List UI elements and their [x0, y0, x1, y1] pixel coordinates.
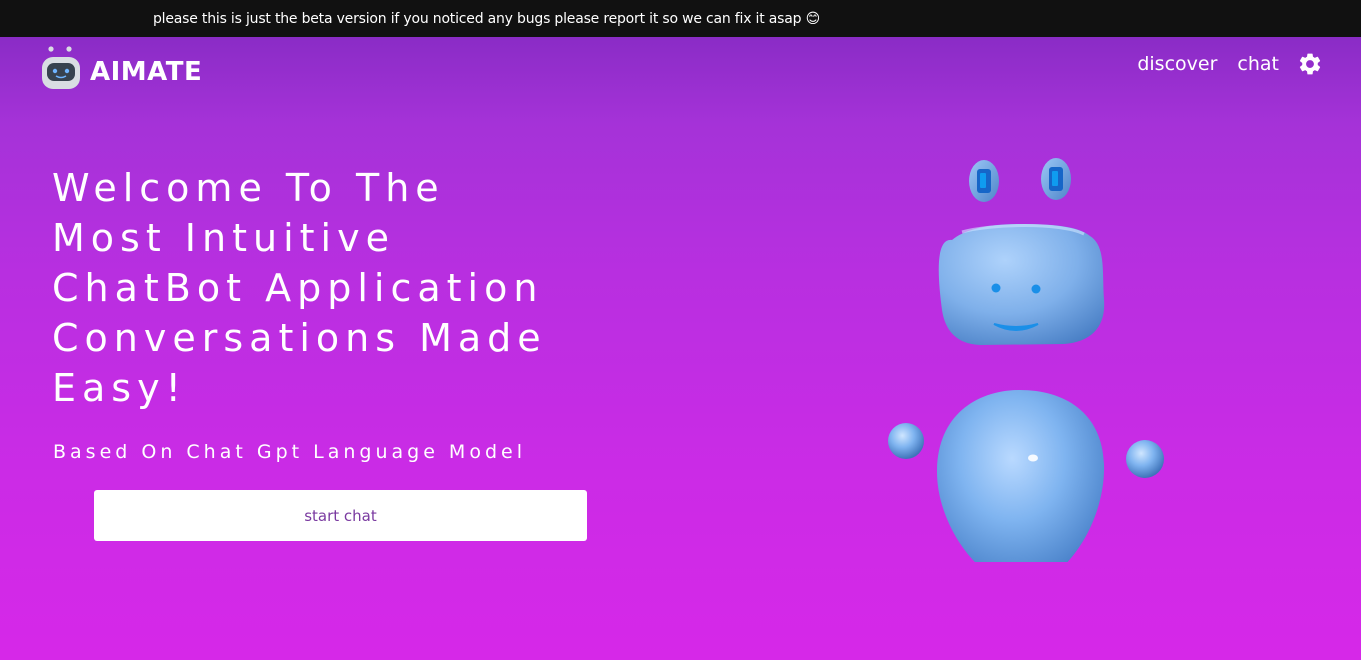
brand-name: AIMATE — [90, 57, 203, 87]
headline-line: Welcome To The — [52, 166, 445, 210]
nav-discover-link[interactable]: discover — [1137, 53, 1217, 75]
hero-headline: Welcome To The Most Intuitive ChatBot Ap… — [52, 163, 672, 413]
gear-icon[interactable] — [1297, 51, 1323, 77]
headline-line: Conversations Made — [52, 316, 547, 360]
hero-section: AIMATE discover chat Welcome To The Most… — [0, 37, 1361, 660]
nav-chat-link[interactable]: chat — [1237, 53, 1279, 75]
headline-line: Most Intuitive — [52, 216, 395, 260]
hero-subheadline: Based On Chat Gpt Language Model — [53, 441, 526, 463]
robot-icon — [42, 46, 80, 89]
headline-line: ChatBot Application — [52, 266, 544, 310]
brand-logo[interactable]: AIMATE — [40, 45, 202, 93]
3d-robot-illustration — [888, 158, 1164, 562]
beta-notice-text: please this is just the beta version if … — [153, 10, 820, 27]
beta-notice-banner: please this is just the beta version if … — [0, 0, 1361, 37]
top-nav: discover chat — [1117, 51, 1323, 77]
start-chat-button[interactable]: start chat — [94, 490, 587, 541]
headline-line: Easy! — [52, 366, 187, 410]
